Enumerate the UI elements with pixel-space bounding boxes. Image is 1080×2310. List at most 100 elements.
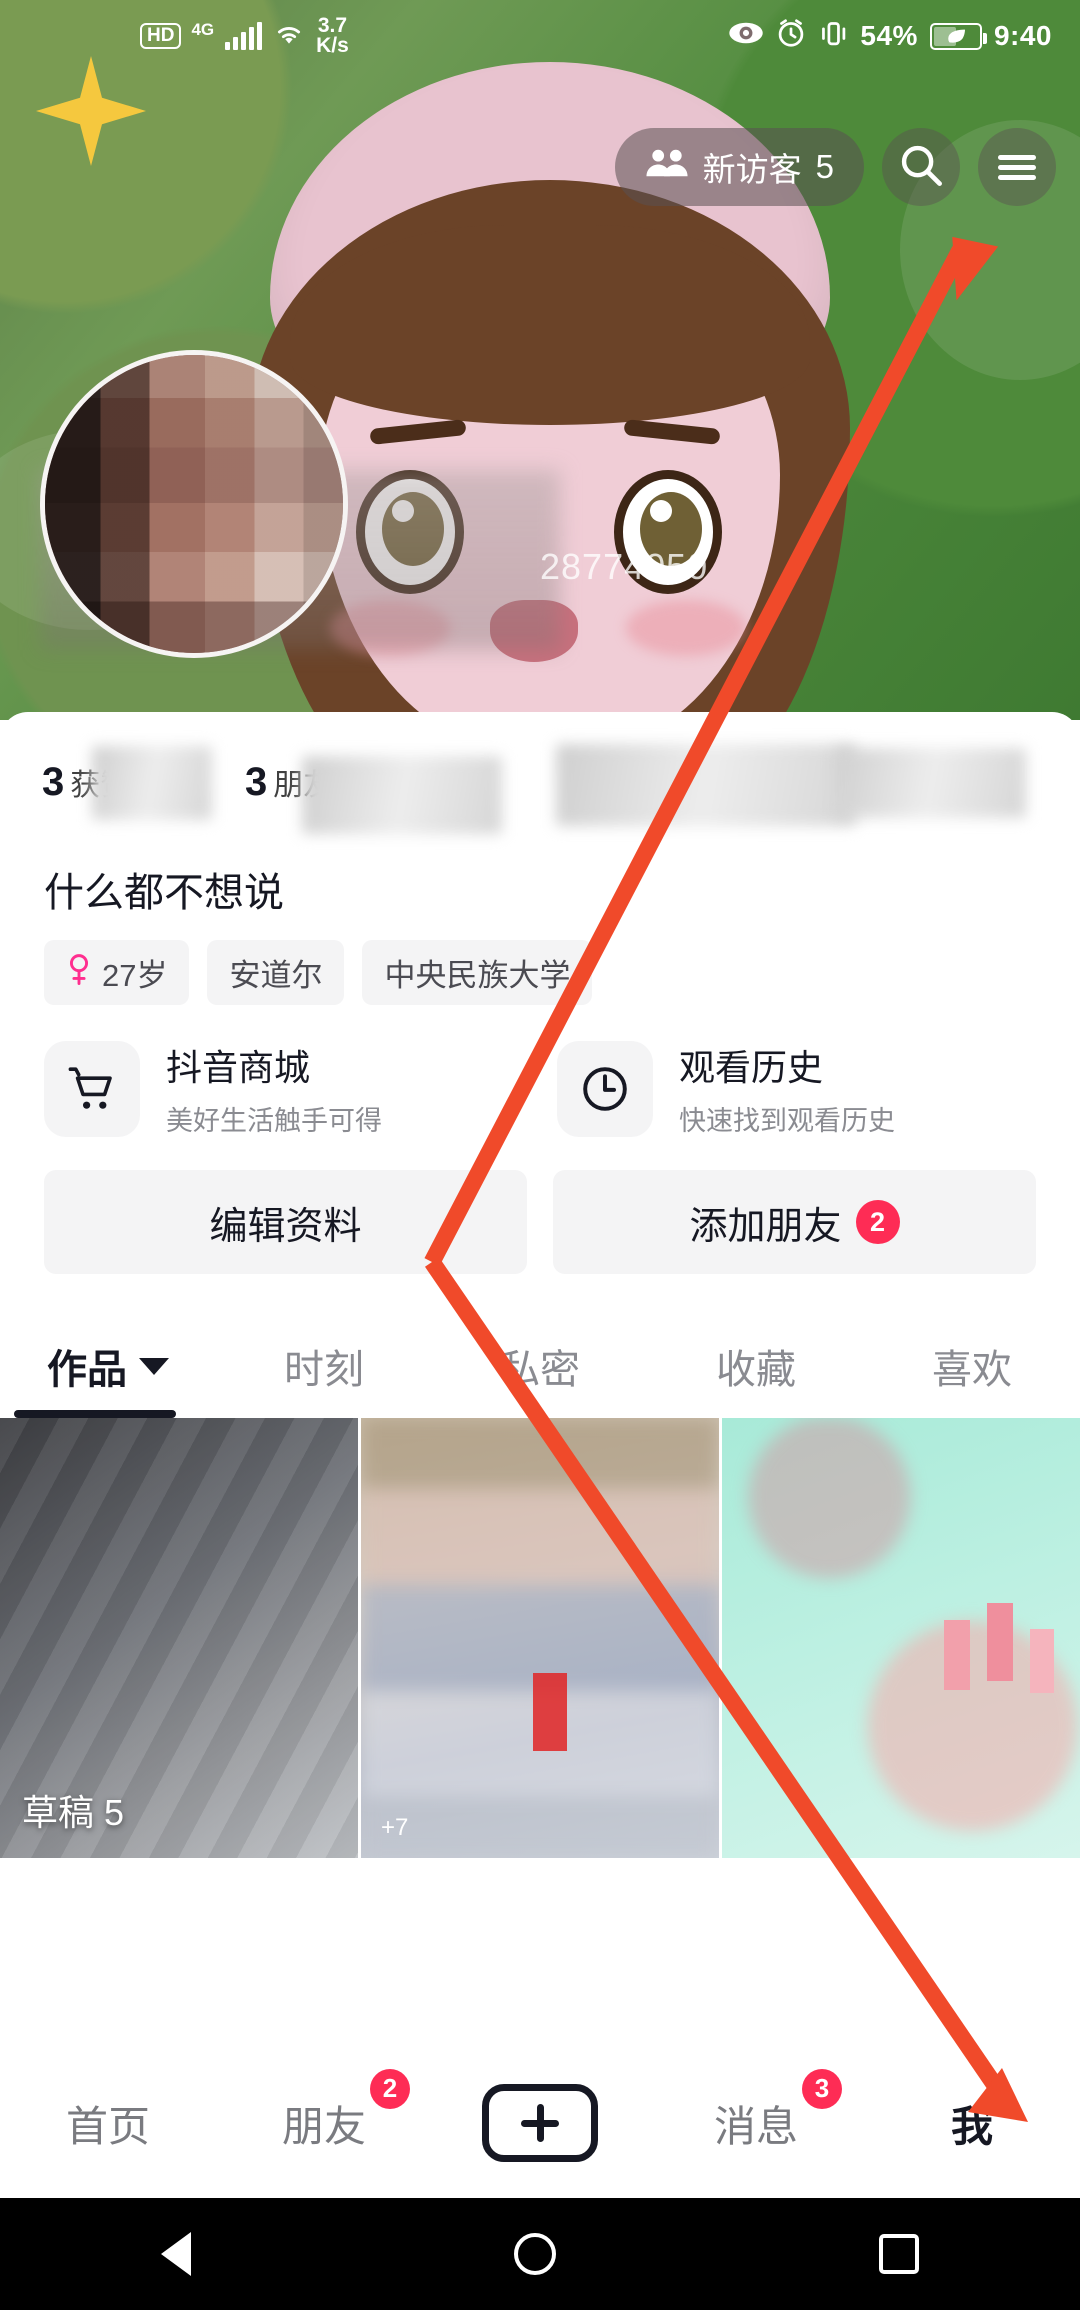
profile-header-actions: 新访客 5 (614, 128, 1056, 206)
back-icon[interactable] (161, 2232, 192, 2276)
profile-tags: 27岁 安道尔 中央民族大学 (44, 940, 1080, 1005)
profile-bio[interactable]: 什么都不想说 (44, 860, 1080, 918)
tab-favorites-label: 收藏 (716, 1348, 796, 1392)
phone-screen: HD 4G 3.7 K/s 54% 9:40 新访客 5 28774050 3 … (0, 0, 1080, 2310)
grid-item-accent (986, 1602, 1013, 1681)
vibrate-icon (818, 18, 848, 55)
search-icon (899, 143, 943, 192)
battery-saver-icon (929, 22, 987, 50)
edit-profile-button[interactable]: 编辑资料 (44, 1170, 527, 1274)
nav-messages-label: 消息 (713, 2102, 798, 2150)
new-visitors-label: 新访客 (702, 151, 802, 188)
stat-friends-value: 3 (245, 760, 268, 804)
stat-likes-value: 3 (42, 760, 65, 804)
search-button[interactable] (882, 128, 960, 206)
draft-label: 草稿 5 (22, 1784, 124, 1836)
grid-item-video-1[interactable]: +7 (358, 1418, 719, 1858)
female-gender-icon (66, 953, 92, 993)
nav-friends[interactable]: 朋友 2 (216, 2068, 432, 2154)
tag-age-label: 27岁 (102, 958, 168, 993)
tag-school[interactable]: 中央民族大学 (362, 940, 593, 1005)
shortcut-history-text: 观看历史 快速找到观看历史 (679, 1039, 895, 1138)
system-navigation-bar (0, 2198, 1080, 2310)
draft-count: 5 (104, 1792, 125, 1833)
tab-private[interactable]: 私密 (432, 1337, 648, 1395)
recents-icon[interactable] (878, 2234, 919, 2274)
status-bar-left: HD 4G 3.7 K/s (140, 15, 349, 57)
bottom-navigation-bar: 首页 朋友 2 消息 3 我 (0, 2048, 1080, 2198)
cover-character-eye-glint (650, 500, 672, 522)
plus-icon (536, 2104, 544, 2142)
tab-moments-label: 时刻 (284, 1348, 364, 1392)
shortcut-history[interactable]: 观看历史 快速找到观看历史 (557, 1039, 1036, 1138)
draft-label-text: 草稿 (22, 1792, 95, 1833)
video-grid: 草稿 5 +7 (0, 1418, 1080, 1858)
tab-private-label: 私密 (500, 1348, 580, 1392)
grid-item-accent (943, 1620, 970, 1691)
chevron-down-icon[interactable] (139, 1357, 169, 1375)
censor-block (556, 744, 856, 826)
clock-label: 9:40 (993, 20, 1052, 51)
battery-percent-label: 54% (860, 20, 918, 51)
avatar-pixelation-overlay (45, 355, 343, 653)
status-bar-right: 54% 9:40 (728, 18, 1052, 55)
add-friends-badge: 2 (855, 1200, 900, 1244)
menu-button[interactable] (978, 128, 1056, 206)
censor-block (92, 746, 212, 820)
shopping-cart-icon (44, 1040, 140, 1137)
content-tabs: 作品 时刻 私密 收藏 喜欢 (0, 1314, 1080, 1418)
censor-block (836, 748, 1026, 818)
shortcut-mall-title: 抖音商城 (166, 1047, 311, 1088)
tab-likes-label: 喜欢 (932, 1348, 1012, 1392)
create-post-button[interactable] (482, 2084, 598, 2162)
network-speed-indicator: 3.7 K/s (316, 15, 349, 57)
nav-create[interactable] (432, 2084, 648, 2162)
grid-item-pixelation (722, 1418, 1080, 1858)
profile-stats-row: 3 获赞 3 朋友 1 粉丝 (0, 734, 1080, 854)
tag-age[interactable]: 27岁 (44, 940, 190, 1005)
tab-active-underline (14, 1410, 176, 1418)
shortcut-mall-text: 抖音商城 美好生活触手可得 (166, 1039, 382, 1138)
cover-character-blush (626, 600, 746, 656)
tab-moments[interactable]: 时刻 (216, 1337, 432, 1395)
tag-location-label: 安道尔 (229, 958, 323, 993)
grid-item-drafts[interactable]: 草稿 5 (0, 1418, 358, 1858)
shortcut-mall-subtitle: 美好生活触手可得 (166, 1106, 382, 1136)
grid-item-video-2[interactable] (719, 1418, 1080, 1858)
tab-favorites[interactable]: 收藏 (648, 1337, 864, 1395)
nav-home[interactable]: 首页 (0, 2093, 216, 2154)
nav-messages[interactable]: 消息 3 (648, 2068, 864, 2154)
clock-history-icon (557, 1040, 653, 1137)
avatar[interactable] (40, 350, 348, 658)
cover-character-fringe (290, 225, 810, 425)
grid-item-accent (1029, 1629, 1054, 1694)
network-type-label: 4G (191, 20, 215, 39)
user-id-label[interactable]: 28774050 (540, 546, 708, 588)
cover-star-decoration (36, 56, 146, 166)
shortcut-history-subtitle: 快速找到观看历史 (679, 1106, 895, 1136)
tab-likes[interactable]: 喜欢 (864, 1337, 1080, 1395)
network-speed-unit: K/s (316, 34, 349, 57)
signal-bars-icon (225, 22, 263, 50)
nav-friends-badge: 2 (370, 2068, 410, 2109)
tab-works-label: 作品 (47, 1348, 127, 1392)
tab-works[interactable]: 作品 (0, 1337, 216, 1395)
new-visitors-count: 5 (815, 148, 834, 185)
eye-icon (728, 20, 764, 53)
tag-location[interactable]: 安道尔 (207, 940, 345, 1005)
new-visitors-button[interactable]: 新访客 5 (614, 128, 864, 206)
nav-messages-badge: 3 (802, 2068, 842, 2109)
alarm-icon (776, 18, 806, 55)
people-group-icon (645, 146, 689, 188)
edit-profile-label: 编辑资料 (209, 1205, 362, 1248)
shortcut-cards: 抖音商城 美好生活触手可得 观看历史 快速找到观看历史 (44, 1039, 1036, 1138)
nav-friends-label: 朋友 (281, 2102, 366, 2150)
shortcut-history-title: 观看历史 (679, 1047, 824, 1088)
shortcut-mall[interactable]: 抖音商城 美好生活触手可得 (44, 1039, 523, 1138)
home-icon[interactable] (513, 2233, 556, 2275)
wifi-icon (272, 20, 306, 53)
hamburger-menu-icon (998, 150, 1036, 185)
add-friends-button[interactable]: 添加朋友 2 (553, 1170, 1036, 1274)
nav-profile[interactable]: 我 (864, 2093, 1080, 2154)
censor-block (302, 756, 502, 834)
